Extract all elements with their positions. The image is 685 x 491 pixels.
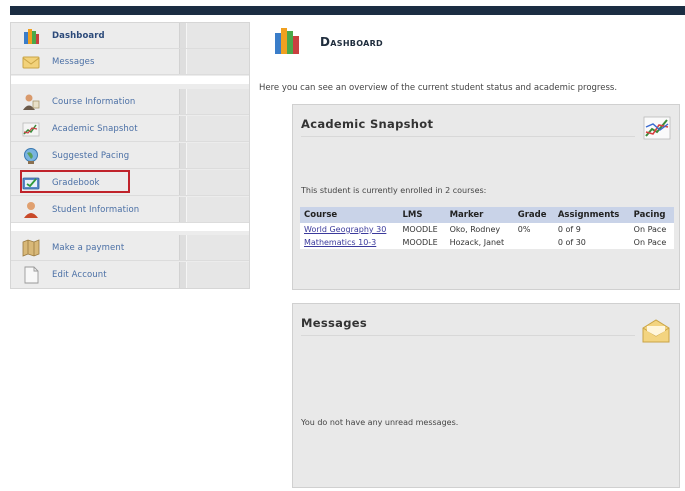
map-icon xyxy=(22,238,40,257)
column-header: Assignments xyxy=(553,207,630,223)
panel-title: Academic Snapshot xyxy=(301,117,434,131)
sidebar-item-label: Suggested Pacing xyxy=(52,150,130,161)
sidebar-item-label: Course Information xyxy=(52,96,136,107)
sidebar-separator xyxy=(11,76,249,84)
sidebar-item-suggested-pacing[interactable]: Suggested Pacing xyxy=(11,143,249,169)
person-icon xyxy=(22,93,40,111)
sidebar-item-label: Student Information xyxy=(52,204,140,215)
sidebar-item-messages[interactable]: Messages xyxy=(11,49,249,75)
sidebar-item-course-information[interactable]: Course Information xyxy=(11,89,249,115)
chart-icon xyxy=(643,115,671,144)
table-cell: On Pace xyxy=(633,238,667,247)
panel-title: Messages xyxy=(301,316,367,330)
sidebar-item-label: Academic Snapshot xyxy=(52,123,138,134)
course-link[interactable]: World Geography 30 xyxy=(304,225,386,234)
column-header: LMS xyxy=(398,207,446,223)
sidebar-item-student-information[interactable]: Student Information xyxy=(11,197,249,223)
enrolled-text: This student is currently enrolled in 2 … xyxy=(301,186,487,195)
courses-table: Course LMS Marker Grade Assignments Paci… xyxy=(300,207,674,249)
table-cell xyxy=(514,236,554,249)
messages-panel: Messages You do not have any unread mess… xyxy=(292,303,680,488)
column-header: Pacing xyxy=(629,207,674,223)
sidebar-item-label: Messages xyxy=(52,56,95,67)
sidebar-item-label: Dashboard xyxy=(52,30,105,41)
academic-snapshot-panel: Academic Snapshot This student is curren… xyxy=(292,104,680,290)
column-header: Marker xyxy=(445,207,514,223)
table-cell: Hozack, Janet xyxy=(449,238,505,247)
sidebar-separator xyxy=(11,223,249,231)
sidebar: Dashboard Messages Course Information Ac… xyxy=(10,22,250,289)
table-cell: 0 of 30 xyxy=(557,238,586,247)
table-cell: Oko, Rodney xyxy=(449,225,501,234)
sidebar-item-edit-account[interactable]: Edit Account xyxy=(11,262,249,288)
document-icon xyxy=(22,266,40,284)
course-link[interactable]: Mathematics 10-3 xyxy=(304,238,376,247)
books-icon xyxy=(22,27,40,45)
globe-icon xyxy=(22,147,40,165)
table-row: Mathematics 10-3 MOODLE Hozack, Janet 0 … xyxy=(300,236,674,249)
table-cell: MOODLE xyxy=(402,225,438,234)
intro-text: Here you can see an overview of the curr… xyxy=(259,83,618,93)
table-row: World Geography 30 MOODLE Oko, Rodney 0%… xyxy=(300,223,674,236)
gradebook-highlight xyxy=(20,170,130,193)
page-title: Dashboard xyxy=(320,35,383,49)
top-bar xyxy=(10,6,685,15)
table-cell: 0 of 9 xyxy=(557,225,581,234)
sidebar-item-academic-snapshot[interactable]: Academic Snapshot xyxy=(11,116,249,142)
table-cell: On Pace xyxy=(633,225,667,234)
sidebar-item-dashboard[interactable]: Dashboard xyxy=(11,23,249,49)
sidebar-item-make-a-payment[interactable]: Make a payment xyxy=(11,235,249,261)
envelope-icon xyxy=(22,53,40,71)
envelope-icon xyxy=(641,318,671,347)
column-header: Course xyxy=(300,207,399,223)
column-header: Grade xyxy=(513,207,554,223)
sidebar-item-label: Edit Account xyxy=(52,270,107,280)
table-cell: MOODLE xyxy=(402,238,438,247)
sidebar-item-label: Make a payment xyxy=(52,242,125,253)
no-messages-text: You do not have any unread messages. xyxy=(301,418,459,427)
student-icon xyxy=(22,201,40,219)
books-icon xyxy=(273,25,301,55)
table-cell: 0% xyxy=(517,225,531,234)
table-header-row: Course LMS Marker Grade Assignments Paci… xyxy=(300,207,674,223)
chart-icon xyxy=(22,120,40,138)
